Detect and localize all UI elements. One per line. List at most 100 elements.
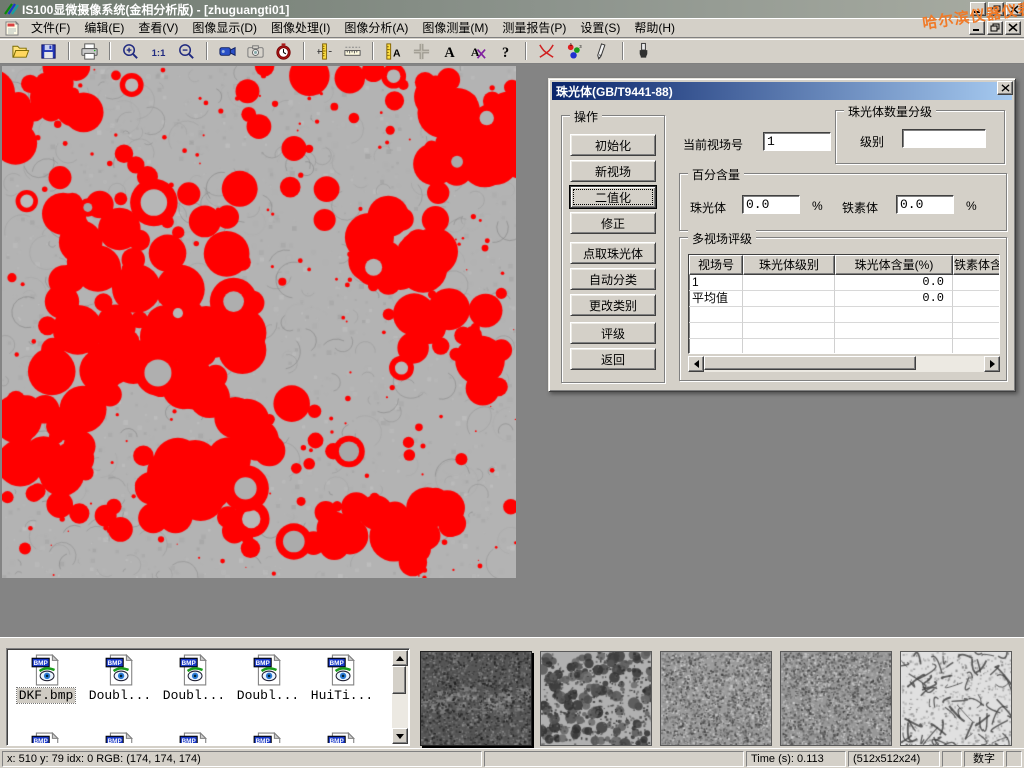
bmp-file-icon: BMP (31, 654, 61, 686)
file-list: BMPDKF.bmpBMPDoubl...BMPDoubl...BMPDoubl… (9, 651, 391, 743)
camera-icon[interactable] (243, 40, 268, 62)
menu-measure-report[interactable]: 测量报告(P) (495, 19, 573, 37)
file-item[interactable]: BMPDoubl... (231, 651, 305, 729)
ferrite-percent-input[interactable] (896, 195, 954, 214)
svg-text:BMP: BMP (182, 660, 197, 667)
minimize-button[interactable] (970, 2, 986, 16)
actual-size-icon[interactable]: 1:1 (146, 40, 171, 62)
ruler-icon[interactable] (340, 40, 365, 62)
table-empty-row[interactable] (689, 323, 999, 339)
mdi-restore-button[interactable] (987, 21, 1003, 35)
caliper-icon[interactable] (312, 40, 337, 62)
brush-icon[interactable] (631, 40, 656, 62)
measure-text-icon[interactable]: A (381, 40, 406, 62)
menu-image-analysis[interactable]: 图像分析(A) (337, 19, 415, 37)
menu-image-display[interactable]: 图像显示(D) (185, 19, 264, 37)
open-folder-icon[interactable] (8, 40, 33, 62)
micrograph-thumbnail (661, 652, 771, 745)
dialog-title-bar[interactable]: 珠光体(GB/T9441-88) (552, 82, 1012, 100)
scroll-right-button[interactable] (984, 356, 1000, 372)
bmp-file-icon: BMP (179, 732, 209, 743)
dialog-close-button[interactable] (997, 81, 1013, 95)
micrograph-image[interactable] (2, 66, 516, 578)
op-button-6[interactable]: 自动分类 (570, 268, 656, 290)
file-item-partial[interactable]: BMP (83, 729, 157, 743)
svg-text:BMP: BMP (182, 738, 197, 743)
thumbnail-4[interactable] (780, 651, 892, 746)
scroll-down-button[interactable] (392, 728, 408, 744)
move-cross-icon[interactable] (409, 40, 434, 62)
table-column-header[interactable]: 珠光体含量(%) (835, 255, 953, 275)
table-cell (953, 291, 1000, 307)
current-field-input[interactable] (763, 132, 831, 151)
text-icon[interactable]: A (437, 40, 462, 62)
menu-image-measure[interactable]: 图像测量(M) (415, 19, 495, 37)
help-icon[interactable]: ? (493, 40, 518, 62)
thumbnail-2[interactable] (540, 651, 652, 746)
menu-settings[interactable]: 设置(S) (573, 19, 627, 37)
dialog-title: 珠光体(GB/T9441-88) (556, 83, 673, 100)
menu-file[interactable]: 文件(F) (24, 19, 77, 37)
scrollbar-thumb[interactable] (704, 356, 916, 370)
file-item-partial[interactable]: BMP (305, 729, 379, 743)
file-item-partial[interactable]: BMP (157, 729, 231, 743)
restore-button[interactable] (988, 2, 1004, 16)
file-item[interactable]: BMPDoubl... (83, 651, 157, 729)
file-item[interactable]: BMPDKF.bmp (9, 651, 83, 729)
menu-view[interactable]: 查看(V) (131, 19, 185, 37)
file-item[interactable]: BMPHuiTi... (305, 651, 379, 729)
table-cell (953, 275, 1000, 291)
toolbar-separator (303, 42, 305, 60)
thumbnail-3[interactable] (660, 651, 772, 746)
table-column-header[interactable]: 铁素体含量(%) (953, 255, 1000, 275)
scroll-left-button[interactable] (688, 356, 704, 372)
pearlite-percent-input[interactable] (742, 195, 800, 214)
zoom-in-icon[interactable] (118, 40, 143, 62)
scroll-up-button[interactable] (392, 650, 408, 666)
table-empty-row[interactable] (689, 307, 999, 323)
thumbnail-1[interactable] (420, 651, 532, 746)
mdi-minimize-button[interactable] (969, 21, 985, 35)
print-icon[interactable] (77, 40, 102, 62)
grade-level-input[interactable] (902, 129, 986, 148)
op-button-8[interactable]: 评级 (570, 322, 656, 344)
file-scrollbar-thumb[interactable] (392, 666, 406, 694)
micrograph-thumbnail (781, 652, 891, 745)
table-empty-row[interactable] (689, 339, 999, 354)
menu-edit[interactable]: 编辑(E) (77, 19, 131, 37)
file-item-partial[interactable]: BMP (231, 729, 305, 743)
file-item-partial[interactable]: BMP (9, 729, 83, 743)
thumbnail-5[interactable] (900, 651, 1012, 746)
close-button[interactable] (1006, 2, 1022, 16)
table-cell (835, 307, 953, 323)
op-button-2[interactable]: 新视场 (570, 160, 656, 182)
op-button-5[interactable]: 点取珠光体 (570, 242, 656, 264)
table-cell (743, 307, 835, 323)
op-button-3[interactable]: 二值化 (570, 186, 656, 208)
pen-icon[interactable] (590, 40, 615, 62)
mdi-close-button[interactable] (1005, 21, 1021, 35)
table-row[interactable]: 10.0 (689, 275, 999, 291)
video-camera-icon[interactable] (215, 40, 240, 62)
operations-group: 操作 初始化新视场二值化修正点取珠光体自动分类更改类别评级返回 (561, 115, 665, 383)
scrollbar-track[interactable] (704, 356, 984, 372)
op-button-7[interactable]: 更改类别 (570, 294, 656, 316)
op-button-4[interactable]: 修正 (570, 212, 656, 234)
text-delete-icon[interactable]: A (465, 40, 490, 62)
table-column-header[interactable]: 视场号 (689, 255, 743, 275)
file-item[interactable]: BMPDoubl... (157, 651, 231, 729)
table-row[interactable]: 平均值0.0 (689, 291, 999, 307)
curve-tool-icon[interactable] (534, 40, 559, 62)
save-icon[interactable] (36, 40, 61, 62)
table-column-header[interactable]: 珠光体级别 (743, 255, 835, 275)
table-cell (689, 339, 743, 354)
menu-image-process[interactable]: 图像处理(I) (264, 19, 337, 37)
op-button-1[interactable]: 初始化 (570, 134, 656, 156)
timer-icon[interactable] (271, 40, 296, 62)
micrograph-thumbnail (901, 652, 1011, 745)
menu-help[interactable]: 帮助(H) (627, 19, 682, 37)
workspace: 珠光体(GB/T9441-88) 操作 初始化新视场二值化修正点取珠光体自动分类… (0, 64, 1024, 637)
zoom-out-icon[interactable] (174, 40, 199, 62)
op-button-9[interactable]: 返回 (570, 348, 656, 370)
color-points-icon[interactable]: 13 (562, 40, 587, 62)
